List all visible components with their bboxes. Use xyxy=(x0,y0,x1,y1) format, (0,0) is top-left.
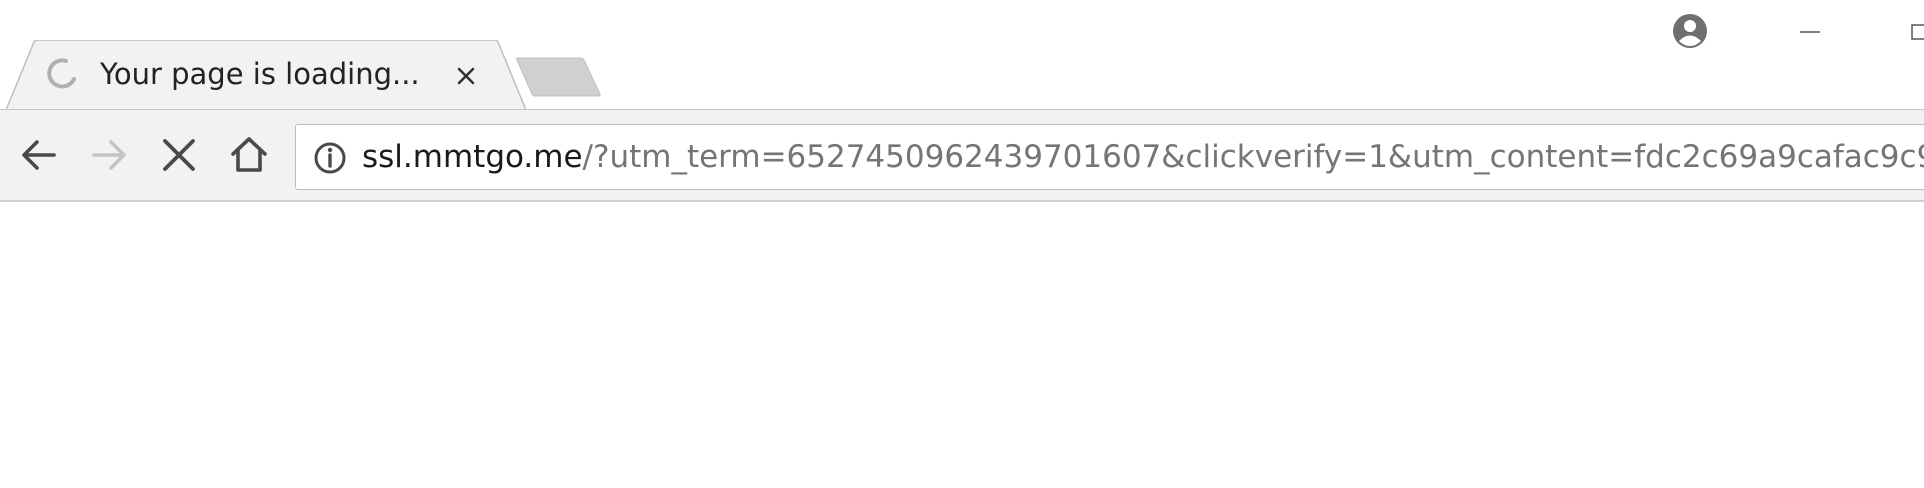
loading-spinner-icon xyxy=(47,58,76,89)
home-icon[interactable] xyxy=(226,132,272,178)
minimize-icon[interactable] xyxy=(1796,18,1824,46)
new-tab-icon[interactable] xyxy=(516,56,602,98)
maximize-icon[interactable] xyxy=(1908,18,1924,46)
account-circle-icon[interactable] xyxy=(1672,13,1708,49)
tab-strip: Your page is loading... xyxy=(0,0,1924,112)
address-bar[interactable]: ssl.mmtgo.me/?utm_term=65274509624397016… xyxy=(295,124,1924,190)
back-arrow-icon[interactable] xyxy=(16,132,62,178)
page-content-area xyxy=(0,202,1924,488)
tab-title: Your page is loading... xyxy=(100,57,420,91)
url-text[interactable]: ssl.mmtgo.me/?utm_term=65274509624397016… xyxy=(362,138,1924,176)
stop-icon[interactable] xyxy=(156,132,202,178)
url-path: /?utm_term=6527450962439701607&clickveri… xyxy=(582,139,1924,175)
close-icon[interactable] xyxy=(452,62,480,90)
url-host: ssl.mmtgo.me xyxy=(362,139,583,175)
browser-toolbar: ssl.mmtgo.me/?utm_term=65274509624397016… xyxy=(0,109,1924,202)
info-icon[interactable] xyxy=(313,141,347,175)
forward-arrow-icon[interactable] xyxy=(86,132,132,178)
